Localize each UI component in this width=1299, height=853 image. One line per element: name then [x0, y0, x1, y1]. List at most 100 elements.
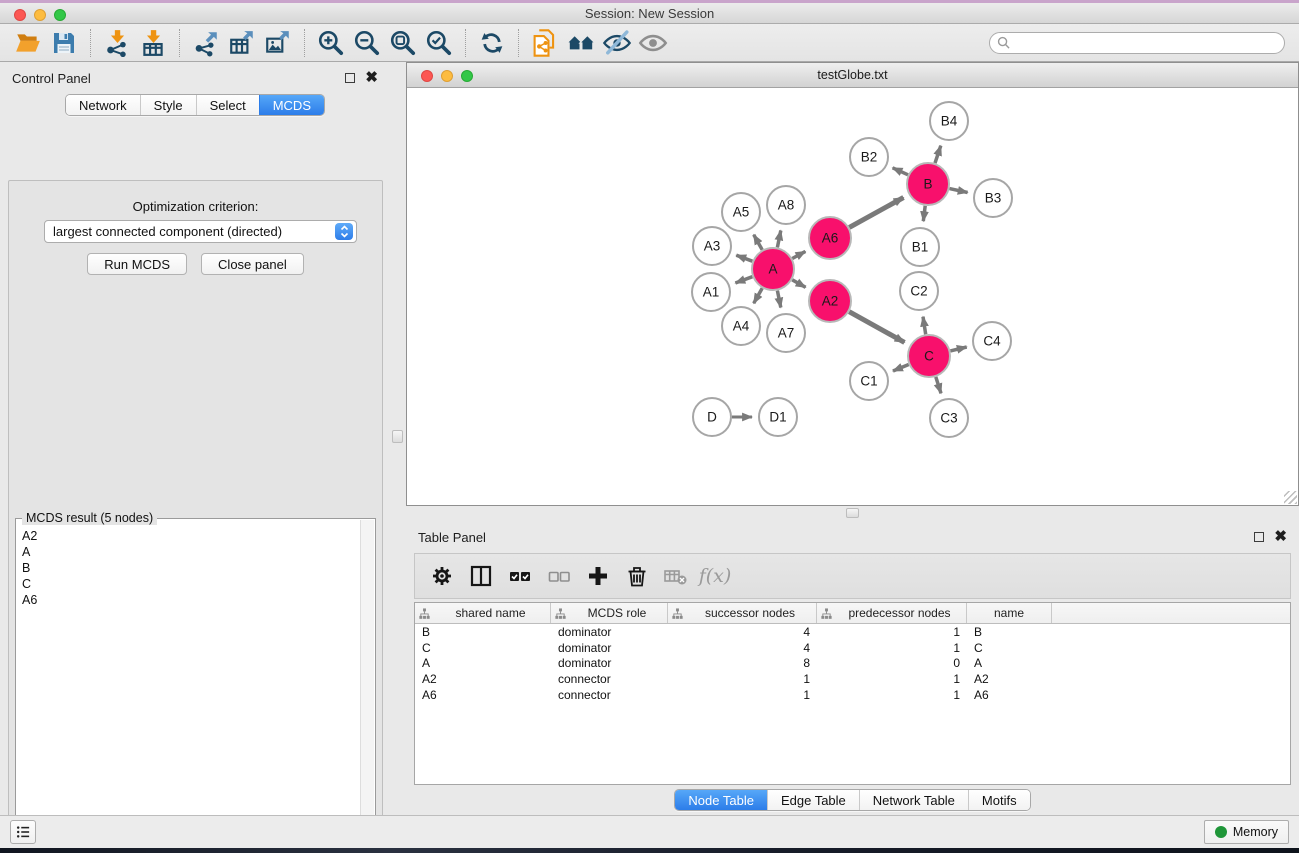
mcds-result-item[interactable]: B [22, 560, 360, 576]
column-header-MCDS-role[interactable]: MCDS role [551, 603, 668, 623]
horizontal-split-divider[interactable] [406, 506, 1299, 521]
save-session-button[interactable] [46, 27, 82, 59]
tab-network[interactable]: Network [66, 95, 140, 115]
float-panel-icon[interactable] [1254, 532, 1264, 542]
criterion-dropdown[interactable]: largest connected component (directed) [44, 220, 357, 243]
search-input[interactable] [1014, 36, 1277, 50]
table-cell[interactable]: A6 [967, 688, 1052, 702]
hide-selected-button[interactable] [599, 27, 635, 59]
table-cell[interactable]: 1 [817, 641, 967, 655]
tab-mcds[interactable]: MCDS [259, 95, 324, 115]
import-table-button[interactable] [135, 27, 171, 59]
edge-C-C4[interactable] [950, 347, 966, 351]
vertical-split-divider[interactable] [390, 62, 406, 815]
table-cell[interactable]: connector [551, 688, 668, 702]
table-cell[interactable]: dominator [551, 641, 668, 655]
table-cell[interactable]: B [967, 625, 1052, 639]
column-view-button[interactable] [466, 561, 496, 591]
run-mcds-button[interactable]: Run MCDS [87, 253, 187, 275]
table-cell[interactable]: dominator [551, 625, 668, 639]
close-panel-icon[interactable]: ✖ [365, 73, 378, 83]
table-cell[interactable]: connector [551, 672, 668, 686]
table-cell[interactable]: dominator [551, 656, 668, 670]
tab-select[interactable]: Select [196, 95, 259, 115]
zoom-fit-button[interactable] [385, 27, 421, 59]
mcds-result-item[interactable]: C [22, 576, 360, 592]
mcds-list-scrollbar[interactable] [360, 520, 374, 853]
edge-A-A6[interactable] [792, 251, 805, 258]
edge-B-B3[interactable] [950, 189, 968, 193]
edge-A-A3[interactable] [736, 255, 752, 261]
table-row[interactable]: Cdominator41C [415, 640, 1290, 656]
edge-A2-C[interactable] [849, 312, 904, 343]
network-canvas[interactable]: B4B2BB3A8A5A6A3B1AC2A1A2A4A7C4CC1DD1C3 [407, 88, 1298, 505]
table-cell[interactable]: A2 [415, 672, 551, 686]
table-cell[interactable]: A [415, 656, 551, 670]
zoom-selected-button[interactable] [421, 27, 457, 59]
select-all-button[interactable] [505, 561, 535, 591]
mcds-result-item[interactable]: A6 [22, 592, 360, 608]
table-settings-button[interactable] [427, 561, 457, 591]
table-cell[interactable]: A [967, 656, 1052, 670]
edge-C-C1[interactable] [893, 365, 909, 372]
divider-grip[interactable] [846, 508, 859, 518]
table-row[interactable]: A2connector11A2 [415, 671, 1290, 687]
column-header-shared-name[interactable]: shared name [415, 603, 551, 623]
export-network-button[interactable] [188, 27, 224, 59]
edge-A-A5[interactable] [754, 235, 763, 250]
float-panel-icon[interactable] [345, 73, 355, 83]
delete-column-button[interactable] [622, 561, 652, 591]
edge-A-A7[interactable] [777, 291, 780, 308]
table-cell[interactable]: 4 [668, 641, 817, 655]
search-field[interactable] [989, 32, 1285, 54]
edge-C-C3[interactable] [936, 377, 941, 393]
table-cell[interactable]: A2 [967, 672, 1052, 686]
divider-grip[interactable] [392, 430, 403, 443]
column-header-name[interactable]: name [967, 603, 1052, 623]
table-row[interactable]: Adominator80A [415, 656, 1290, 672]
export-table-button[interactable] [224, 27, 260, 59]
export-image-button[interactable] [260, 27, 296, 59]
close-panel-button[interactable]: Close panel [201, 253, 304, 275]
delete-table-button[interactable] [661, 561, 691, 591]
table-cell[interactable]: 0 [817, 656, 967, 670]
function-builder-button[interactable]: f(x) [700, 561, 730, 591]
table-cell[interactable]: 1 [817, 688, 967, 702]
memory-button[interactable]: Memory [1204, 820, 1289, 844]
edge-C-C2[interactable] [923, 317, 926, 335]
table-cell[interactable]: C [967, 641, 1052, 655]
edge-A-A2[interactable] [792, 280, 805, 288]
show-panels-button[interactable] [563, 27, 599, 59]
edge-A-A4[interactable] [754, 288, 763, 303]
table-cell[interactable]: 1 [817, 672, 967, 686]
edge-A-A8[interactable] [777, 231, 780, 248]
show-all-button[interactable] [635, 27, 671, 59]
zoom-in-button[interactable] [313, 27, 349, 59]
open-file-button[interactable] [10, 27, 46, 59]
tab-style[interactable]: Style [140, 95, 196, 115]
edge-B-B1[interactable] [923, 206, 925, 221]
column-header-successor-nodes[interactable]: successor nodes [668, 603, 817, 623]
task-history-button[interactable] [10, 820, 36, 844]
tab-motifs[interactable]: Motifs [968, 790, 1030, 810]
table-row[interactable]: Bdominator41B [415, 624, 1290, 640]
edge-B-B4[interactable] [935, 146, 941, 163]
table-cell[interactable]: 1 [668, 672, 817, 686]
edge-A6-B[interactable] [849, 198, 903, 228]
table-cell[interactable]: B [415, 625, 551, 639]
unselect-all-button[interactable] [544, 561, 574, 591]
table-cell[interactable]: 4 [668, 625, 817, 639]
window-resize-grip[interactable] [1284, 491, 1297, 504]
mcds-result-item[interactable]: A [22, 544, 360, 560]
table-row[interactable]: A6connector11A6 [415, 687, 1290, 703]
edge-A-A1[interactable] [735, 277, 752, 283]
new-session-button[interactable] [527, 27, 563, 59]
tab-network-table[interactable]: Network Table [859, 790, 968, 810]
refresh-button[interactable] [474, 27, 510, 59]
table-cell[interactable]: 8 [668, 656, 817, 670]
table-cell[interactable]: A6 [415, 688, 551, 702]
mcds-result-item[interactable]: A2 [22, 528, 360, 544]
table-cell[interactable]: 1 [668, 688, 817, 702]
tab-node-table[interactable]: Node Table [675, 790, 767, 810]
import-network-button[interactable] [99, 27, 135, 59]
